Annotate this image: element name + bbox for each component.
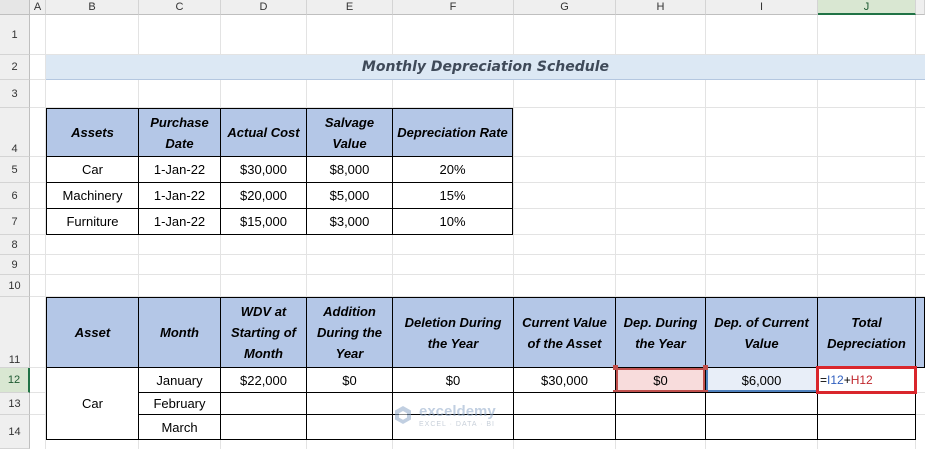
dep-current-value-cell[interactable]: $6,000 (705, 367, 818, 393)
table-cell[interactable]: 15% (392, 182, 513, 209)
formula-equals: = (820, 373, 828, 387)
schedule-header-asset[interactable]: Asset (46, 297, 139, 368)
assets-header-purchase-date[interactable]: Purchase Date (138, 108, 221, 157)
assets-header-assets[interactable]: Assets (46, 108, 139, 157)
total-depreciation-formula-cell[interactable]: = I12 + H12 (816, 366, 917, 394)
assets-header-actual-cost[interactable]: Actual Cost (220, 108, 307, 157)
table-cell[interactable] (220, 392, 307, 415)
table-cell[interactable]: $20,000 (220, 182, 307, 209)
row-header-6[interactable]: 6 (0, 183, 30, 209)
schedule-header-dep-current-value[interactable]: Dep. of Current Value (705, 297, 818, 368)
schedule-header-overflow[interactable] (915, 297, 925, 368)
table-cell[interactable]: Machinery (46, 182, 139, 209)
table-cell[interactable]: $8,000 (306, 156, 393, 183)
range-handle (703, 365, 708, 370)
column-header-k[interactable] (916, 0, 925, 15)
column-header-g[interactable]: G (514, 0, 616, 15)
column-header-e[interactable]: E (307, 0, 393, 15)
asset-merged-cell[interactable]: Car (46, 367, 139, 440)
row-header-12[interactable]: 12 (0, 368, 30, 393)
row-header-10[interactable]: 10 (0, 275, 30, 297)
range-handle (613, 365, 618, 370)
table-cell[interactable] (220, 414, 307, 440)
table-cell[interactable]: $5,000 (306, 182, 393, 209)
column-header-j[interactable]: J (818, 0, 916, 15)
table-cell[interactable] (817, 392, 916, 415)
table-cell[interactable] (615, 392, 706, 415)
formula-ref-i12: I12 (827, 373, 844, 387)
row-header-4[interactable]: 4 (0, 108, 30, 157)
schedule-header-deletion[interactable]: Deletion During the Year (392, 297, 514, 368)
watermark-tagline: EXCEL · DATA · BI (419, 421, 495, 428)
formula-ref-h12: H12 (850, 373, 873, 387)
watermark-name: exceldemy (419, 403, 496, 420)
row-header-2[interactable]: 2 (0, 55, 30, 80)
row-header-8[interactable]: 8 (0, 235, 30, 255)
table-cell[interactable] (705, 414, 818, 440)
month-cell-february[interactable]: February (138, 392, 221, 415)
schedule-header-addition[interactable]: Addition During the Year (306, 297, 393, 368)
schedule-header-wdv[interactable]: WDV at Starting of Month (220, 297, 307, 368)
row-header-3[interactable]: 3 (0, 80, 30, 108)
schedule-header-total-depreciation[interactable]: Total Depreciation (817, 297, 916, 368)
column-header-h[interactable]: H (616, 0, 706, 15)
wdv-cell[interactable]: $22,000 (220, 367, 307, 393)
table-cell[interactable]: 1-Jan-22 (138, 156, 221, 183)
month-cell-january[interactable]: January (138, 367, 221, 393)
table-cell[interactable] (817, 414, 916, 440)
column-header-a[interactable]: A (30, 0, 46, 15)
schedule-header-dep-during-year[interactable]: Dep. During the Year (615, 297, 706, 368)
formula-operator: + (843, 373, 851, 387)
page-title[interactable]: Monthly Depreciation Schedule (46, 55, 925, 80)
assets-header-salvage-value[interactable]: Salvage Value (306, 108, 393, 157)
row-header-11[interactable]: 11 (0, 297, 30, 368)
watermark: exceldemy EXCEL · DATA · BI (392, 401, 542, 431)
column-header-f[interactable]: F (393, 0, 514, 15)
table-cell[interactable]: $3,000 (306, 208, 393, 235)
column-header-c[interactable]: C (139, 0, 221, 15)
table-cell[interactable] (306, 392, 393, 415)
table-cell[interactable]: Furniture (46, 208, 139, 235)
row-header-14[interactable]: 14 (0, 415, 30, 449)
table-cell[interactable]: 10% (392, 208, 513, 235)
schedule-header-current-value[interactable]: Current Value of the Asset (513, 297, 616, 368)
table-cell[interactable]: $30,000 (220, 156, 307, 183)
row-header-13[interactable]: 13 (0, 393, 30, 415)
table-cell[interactable] (705, 392, 818, 415)
table-cell[interactable]: $15,000 (220, 208, 307, 235)
row-header-5[interactable]: 5 (0, 157, 30, 183)
deletion-cell[interactable]: $0 (392, 367, 514, 393)
table-cell[interactable]: 1-Jan-22 (138, 182, 221, 209)
table-cell[interactable]: 20% (392, 156, 513, 183)
row-header-7[interactable]: 7 (0, 209, 30, 235)
column-header-b[interactable]: B (46, 0, 139, 15)
addition-cell[interactable]: $0 (306, 367, 393, 393)
column-header-d[interactable]: D (221, 0, 307, 15)
assets-header-depreciation-rate[interactable]: Depreciation Rate (392, 108, 513, 157)
table-cell[interactable]: Car (46, 156, 139, 183)
select-all-corner[interactable] (0, 0, 30, 15)
row-header-9[interactable]: 9 (0, 255, 30, 275)
table-cell[interactable] (615, 414, 706, 440)
current-value-cell[interactable]: $30,000 (513, 367, 616, 393)
column-header-i[interactable]: I (706, 0, 818, 15)
schedule-header-month[interactable]: Month (138, 297, 221, 368)
month-cell-march[interactable]: March (138, 414, 221, 440)
exceldemy-logo-icon (392, 404, 414, 429)
dep-during-year-cell[interactable]: $0 (615, 367, 706, 393)
table-cell[interactable] (306, 414, 393, 440)
table-cell[interactable]: 1-Jan-22 (138, 208, 221, 235)
row-header-1[interactable]: 1 (0, 15, 30, 55)
